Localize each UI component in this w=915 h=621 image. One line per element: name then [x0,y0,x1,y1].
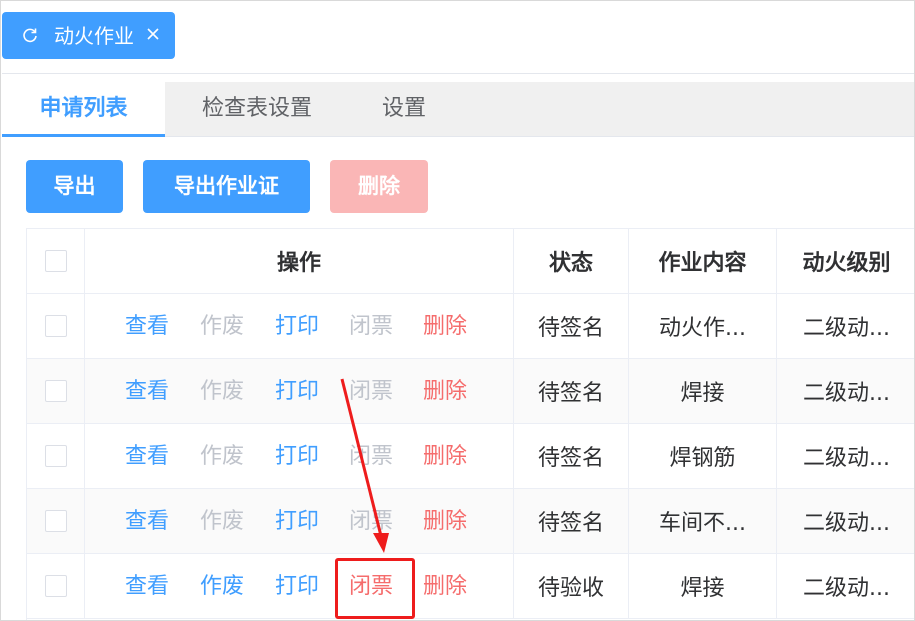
view-action[interactable]: 查看 [125,424,169,488]
select-all-checkbox[interactable] [44,250,67,272]
table-row: 查看 作废 打印 闭票 删除 待签名 动火作... 二级动... [27,294,914,359]
close-ticket-action[interactable]: 闭票 [349,359,393,423]
row-actions: 查看 作废 打印 闭票 删除 [85,424,514,488]
view-action[interactable]: 查看 [125,554,169,618]
annotation-highlight-box [335,558,415,619]
application-table: 操作 状态 作业内容 动火级别 查看 作废 打印 闭票 删除 待签名 动火作... 二级动..… [26,228,914,620]
cell-content: 焊接 [629,359,777,423]
cell-content: 车间不... [629,489,777,553]
header-actions: 操作 [85,229,514,293]
row-checkbox[interactable] [44,315,67,337]
void-action[interactable]: 作废 [200,489,244,553]
void-action[interactable]: 作废 [200,424,244,488]
delete-action[interactable]: 删除 [423,424,467,488]
delete-action[interactable]: 删除 [423,294,467,358]
close-icon[interactable] [144,25,162,43]
table-row: 查看 作废 打印 闭票 删除 待验收 焊接 二级动... [27,554,914,619]
row-actions: 查看 作废 打印 闭票 删除 [85,554,514,618]
cell-level: 二级动... [777,359,914,423]
cell-content: 动火作... [629,294,777,358]
refresh-icon[interactable] [20,25,40,45]
cell-level: 二级动... [777,424,914,488]
table-header: 操作 状态 作业内容 动火级别 [27,229,914,294]
header-status: 状态 [514,229,629,293]
close-ticket-action[interactable]: 闭票 [349,294,393,358]
row-actions: 查看 作废 打印 闭票 删除 [85,359,514,423]
tab-checklist-settings[interactable]: 检查表设置 [177,82,337,137]
cell-content: 焊钢筋 [629,424,777,488]
void-action[interactable]: 作废 [200,294,244,358]
header-level: 动火级别 [777,229,914,293]
void-action[interactable]: 作废 [200,359,244,423]
table-row: 查看 作废 打印 闭票 删除 待签名 车间不... 二级动... [27,489,914,554]
print-action[interactable]: 打印 [275,424,319,488]
delete-button[interactable]: 删除 [330,160,428,213]
row-checkbox[interactable] [44,575,67,597]
section-tabs: 申请列表 检查表设置 设置 [2,82,914,137]
cell-status: 待签名 [514,489,629,553]
page-tab-label: 动火作业 [54,24,134,48]
delete-action[interactable]: 删除 [423,554,467,618]
view-action[interactable]: 查看 [125,294,169,358]
app-window: 动火作业 申请列表 检查表设置 设置 导出 导出作业证 删除 操作 状态 作业内… [0,0,915,621]
void-action[interactable]: 作废 [200,554,244,618]
row-checkbox[interactable] [44,445,67,467]
row-checkbox[interactable] [44,380,67,402]
cell-level: 二级动... [777,489,914,553]
cell-content: 焊接 [629,554,777,618]
cell-status: 待签名 [514,424,629,488]
header-content: 作业内容 [629,229,777,293]
cell-status: 待签名 [514,294,629,358]
tab-application-list[interactable]: 申请列表 [2,82,165,137]
close-ticket-action[interactable]: 闭票 [349,424,393,488]
table-row: 查看 作废 打印 闭票 删除 待签名 焊接 二级动... [27,359,914,424]
cell-level: 二级动... [777,294,914,358]
cell-level: 二级动... [777,554,914,618]
delete-action[interactable]: 删除 [423,489,467,553]
print-action[interactable]: 打印 [275,359,319,423]
print-action[interactable]: 打印 [275,554,319,618]
tab-settings[interactable]: 设置 [354,82,454,137]
view-action[interactable]: 查看 [125,359,169,423]
page-tab-hot-work[interactable]: 动火作业 [2,12,175,59]
print-action[interactable]: 打印 [275,294,319,358]
row-actions: 查看 作废 打印 闭票 删除 [85,489,514,553]
table-row: 查看 作废 打印 闭票 删除 待签名 焊钢筋 二级动... [27,424,914,489]
row-actions: 查看 作废 打印 闭票 删除 [85,294,514,358]
close-ticket-action[interactable]: 闭票 [349,489,393,553]
row-checkbox[interactable] [44,510,67,532]
cell-status: 待签名 [514,359,629,423]
print-action[interactable]: 打印 [275,489,319,553]
cell-status: 待验收 [514,554,629,618]
delete-action[interactable]: 删除 [423,359,467,423]
export-permit-button[interactable]: 导出作业证 [143,160,310,213]
export-button[interactable]: 导出 [26,160,123,213]
view-action[interactable]: 查看 [125,489,169,553]
